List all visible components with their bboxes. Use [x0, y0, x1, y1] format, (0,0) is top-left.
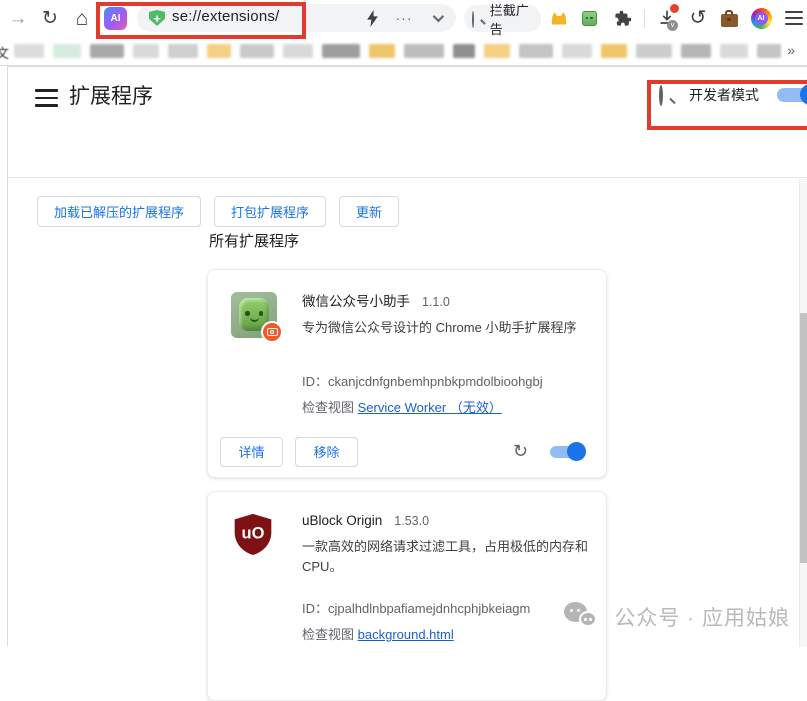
toolbar-divider	[644, 9, 645, 28]
home-icon[interactable]: ⌂	[70, 0, 94, 36]
cat-extension-icon[interactable]	[548, 0, 570, 36]
page-search-icon[interactable]	[659, 87, 675, 103]
wechat-watermark-icon	[564, 602, 602, 632]
bookmark-blurred-item[interactable]	[453, 44, 475, 58]
url-text[interactable]: se://extensions/	[172, 8, 279, 25]
load-unpacked-button[interactable]: 加载已解压的扩展程序	[37, 196, 201, 227]
card-footer: 详情 移除 ↻	[208, 426, 606, 477]
ai-assistant-icon[interactable]: AI	[748, 0, 774, 36]
scrollbar-thumb[interactable]	[800, 313, 807, 563]
bookmark-blurred-item[interactable]	[90, 44, 124, 58]
download-badge: v	[667, 20, 678, 31]
bookmarks-overflow-chevron[interactable]: »	[787, 42, 795, 58]
developer-mode-label: 开发者模式	[689, 85, 759, 105]
forward-icon[interactable]: →	[6, 0, 30, 36]
bookmark-blurred-item[interactable]	[283, 44, 313, 58]
bookmark-blurred-item[interactable]	[720, 44, 748, 58]
bookmark-blurred-item[interactable]	[404, 44, 444, 58]
all-extensions-heading: 所有扩展程序	[209, 230, 299, 251]
extension-id: ID：ckanjcdnfgnbemhpnbkpmdolbioohgbj	[302, 371, 600, 390]
green-extension-icon[interactable]	[578, 0, 600, 36]
adblock-search-label: 拦截广告	[490, 0, 541, 38]
bookmark-blurred-item[interactable]	[168, 44, 198, 58]
extension-enabled-toggle[interactable]	[550, 445, 586, 459]
developer-mode-area: 开发者模式	[659, 85, 807, 105]
developer-mode-toggle[interactable]	[777, 87, 807, 103]
inspect-views-label: 检查视图	[302, 400, 358, 415]
ublock-origin-icon: uO	[231, 512, 275, 558]
camera-badge-icon	[261, 321, 283, 343]
omnibox-chevron-down-icon[interactable]	[425, 0, 449, 36]
bookmark-blurred-item[interactable]	[519, 44, 553, 58]
bookmark-blurred-item[interactable]	[484, 44, 510, 58]
details-button[interactable]: 详情	[220, 437, 283, 467]
downloads-icon[interactable]: v	[653, 0, 681, 36]
service-worker-link[interactable]: Service Worker （无效）	[358, 400, 502, 415]
bookmark-blurred-item[interactable]	[562, 44, 592, 58]
bookmark-blurred-item[interactable]	[14, 44, 44, 58]
ai-extension-icon[interactable]: AI	[104, 7, 127, 30]
omnibox-more-icon[interactable]: ···	[390, 0, 418, 36]
remove-button[interactable]: 移除	[295, 437, 358, 467]
search-icon	[472, 12, 485, 25]
bookmark-blurred-item[interactable]	[636, 44, 672, 58]
bookmark-blurred-item[interactable]	[133, 44, 159, 58]
watermark: 公众号 · 应用姑娘	[564, 602, 790, 632]
bookmarks-bar: 文 »	[0, 37, 807, 66]
bookmark-blurred-item[interactable]	[240, 44, 274, 58]
extension-id: ID：cjpalhdlnbpafiamejdnhcphjbkeiagm	[302, 598, 600, 617]
bookmark-blurred-item[interactable]	[322, 44, 360, 58]
bookmark-partial-label[interactable]: 文	[0, 43, 9, 62]
briefcase-icon[interactable]	[716, 0, 742, 36]
reload-icon[interactable]: ↻	[38, 0, 62, 36]
update-button[interactable]: 更新	[339, 196, 399, 227]
page-menu-icon[interactable]	[35, 89, 58, 107]
bookmark-blurred-item[interactable]	[757, 44, 781, 58]
extension-version: 1.1.0	[422, 295, 450, 309]
extension-name: 微信公众号小助手	[302, 294, 410, 309]
extension-description: 一款高效的网络请求过滤工具，占用极低的内存和CPU。	[302, 537, 594, 577]
bookmark-blurred-item[interactable]	[369, 44, 395, 58]
reload-extension-icon[interactable]: ↻	[513, 441, 528, 462]
security-shield-icon: +	[149, 10, 165, 26]
extension-name: uBlock Origin	[302, 513, 382, 528]
bookmark-blurred-item[interactable]	[681, 44, 711, 58]
pack-extension-button[interactable]: 打包扩展程序	[214, 196, 326, 227]
address-bar[interactable]: + se://extensions/ ···	[137, 4, 456, 32]
background-page-link[interactable]: background.html	[358, 627, 454, 642]
extensions-page: 扩展程序 开发者模式 加载已解压的扩展程序 打包扩展程序 更新 所有扩展程序 微…	[7, 66, 807, 646]
watermark-text: 公众号 · 应用姑娘	[614, 602, 790, 632]
bookmark-blurred-item[interactable]	[207, 44, 231, 58]
page-title: 扩展程序	[69, 80, 153, 110]
undo-icon[interactable]: ↺	[686, 0, 710, 36]
adblock-search-box[interactable]: 拦截广告	[464, 5, 541, 32]
extensions-puzzle-icon[interactable]	[610, 0, 634, 36]
wechat-assistant-icon	[231, 292, 277, 338]
bookmark-blurred-item[interactable]	[601, 44, 627, 58]
bookmarks-blur-row[interactable]	[14, 44, 781, 58]
extension-actions-row: 加载已解压的扩展程序 打包扩展程序 更新	[37, 196, 399, 227]
header-divider	[8, 177, 807, 178]
svg-text:uO: uO	[242, 525, 265, 543]
menu-icon[interactable]	[782, 0, 806, 36]
extension-card-wechat-assistant: 微信公众号小助手1.1.0 专为微信公众号设计的 Chrome 小助手扩展程序 …	[207, 269, 607, 478]
browser-toolbar: → ↻ ⌂ AI + se://extensions/ ··· 拦截广告 v ↺…	[0, 0, 807, 37]
extension-version: 1.53.0	[394, 514, 429, 528]
scrollbar-track[interactable]	[799, 179, 807, 647]
extension-card-ublock-origin: uO uBlock Origin 1.53.0 一款高效的网络请求过滤工具，占用极…	[207, 491, 607, 701]
lightning-icon[interactable]	[360, 0, 384, 36]
bookmark-blurred-item[interactable]	[53, 44, 81, 58]
extension-description: 专为微信公众号设计的 Chrome 小助手扩展程序	[302, 318, 594, 338]
download-alert-dot	[670, 4, 679, 13]
inspect-views-label: 检查视图	[302, 627, 358, 642]
